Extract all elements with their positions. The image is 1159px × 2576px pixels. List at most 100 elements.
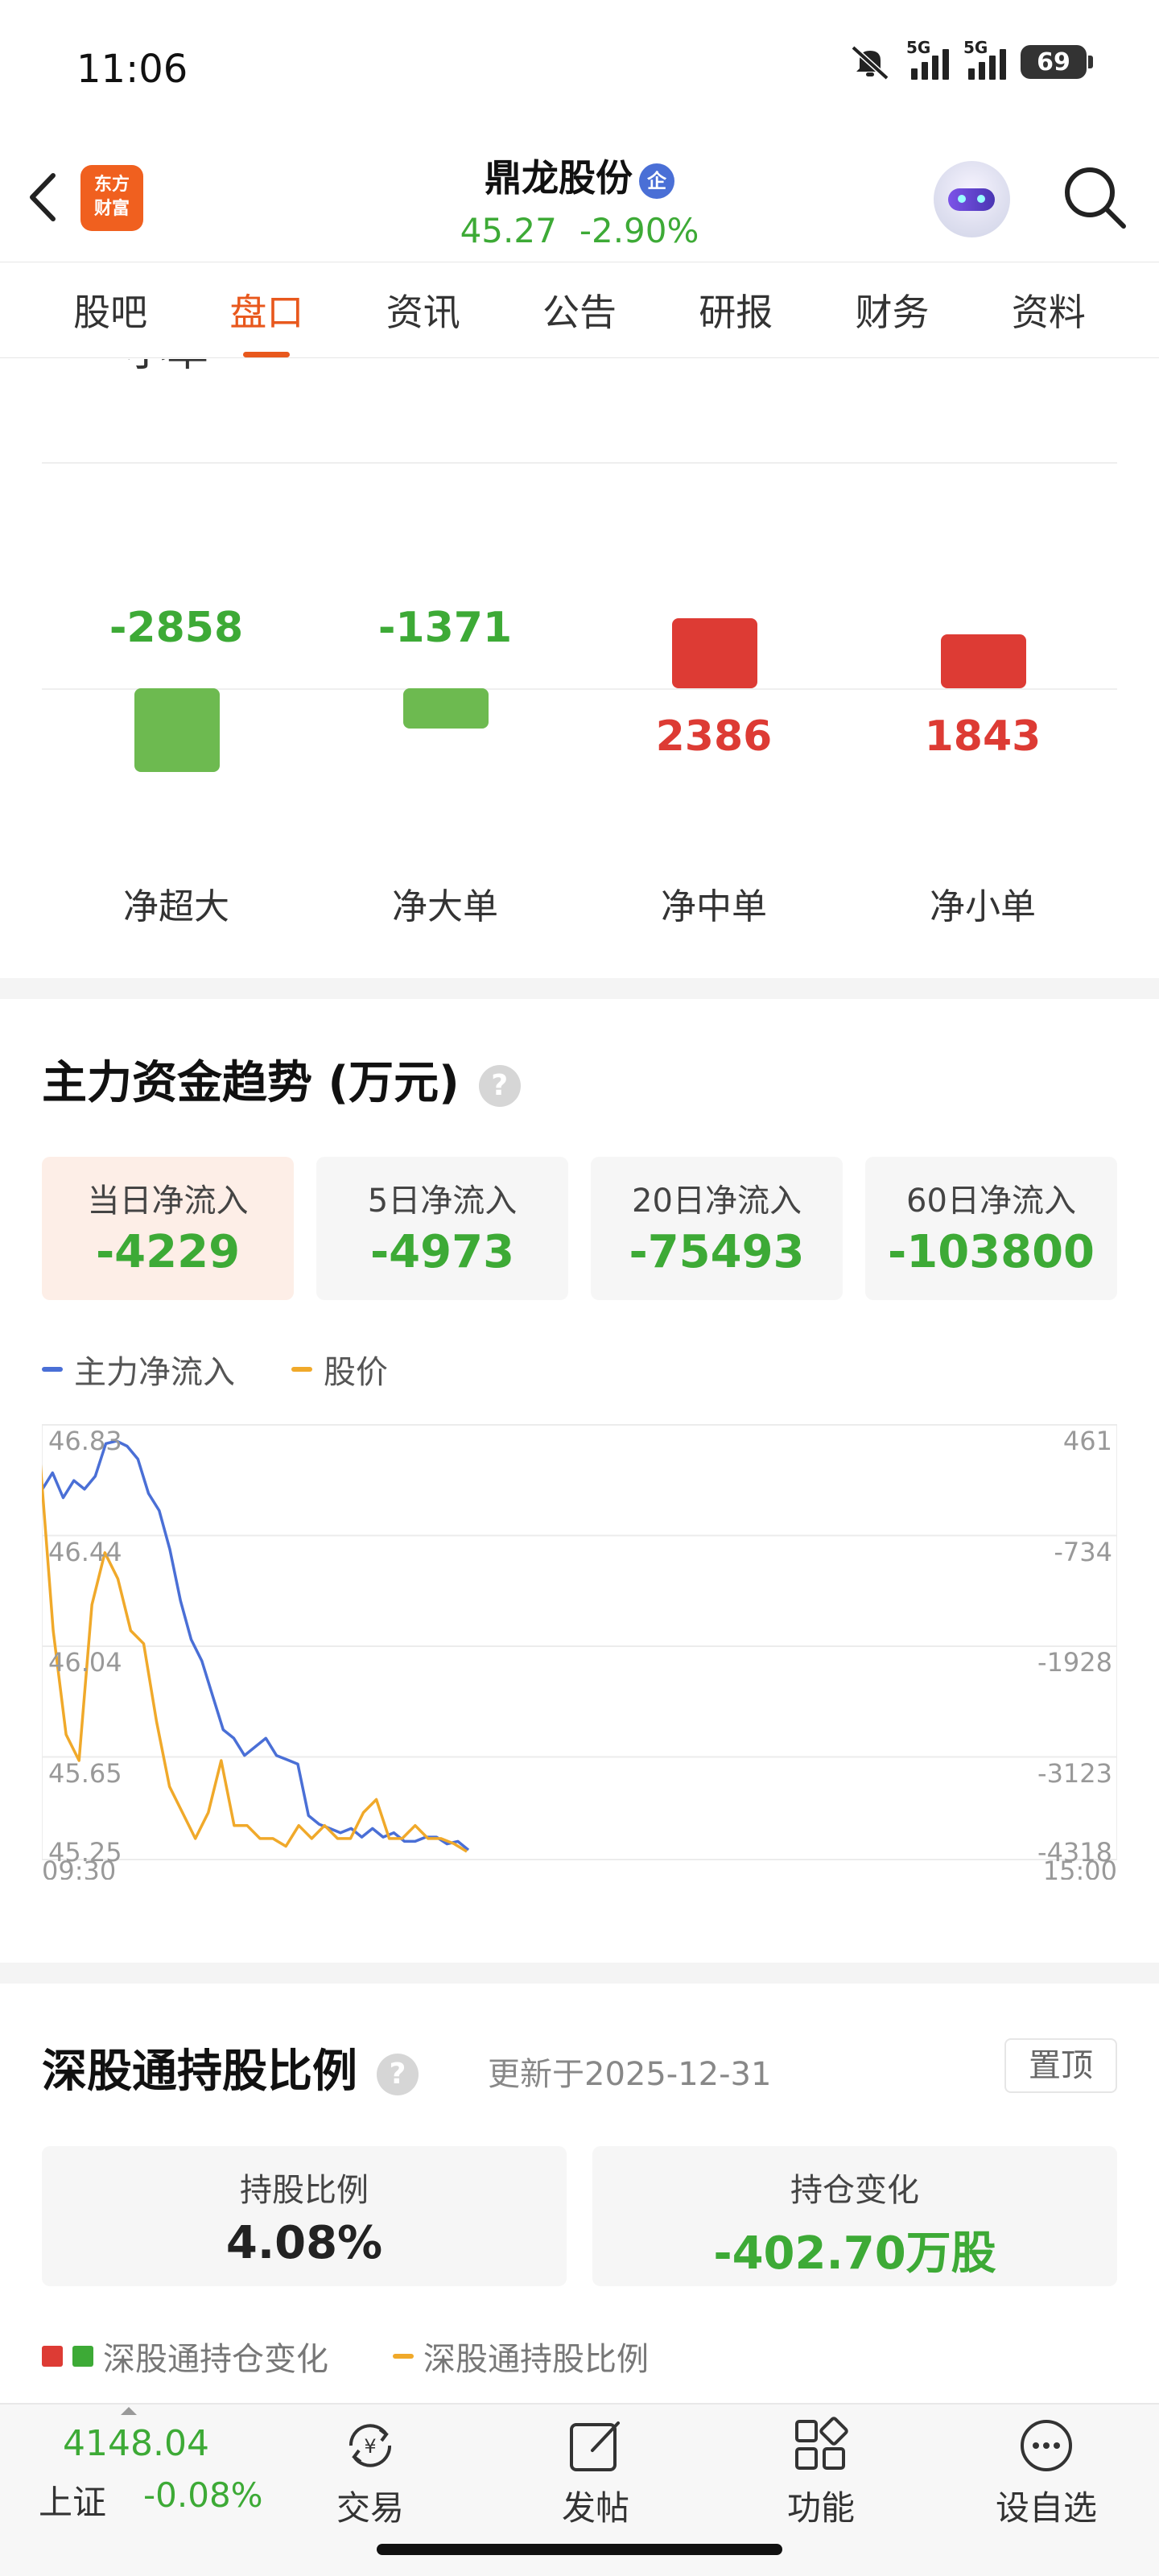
trend-cards: 当日净流入 -4229 5日净流入 -4973 20日净流入 -75493 60日净流入 -1… [42,1157,1117,1300]
net-flow-bar [672,618,757,688]
sgt-card-value: 4.08% [225,2217,383,2269]
left-tick-label: 45.65 [48,1758,122,1789]
tab-5[interactable]: 财务 [846,283,939,336]
legend-holding-ratio: 深股通持股比例 [393,2333,649,2380]
stock-price: 45.27 [460,211,557,250]
status-time: 11:06 [76,47,188,92]
edit-post-icon [570,2421,620,2471]
sgt-card-0: 持股比例 4.08% [42,2146,567,2286]
caret-up-icon [121,2407,137,2415]
x-start-label: 09:30 [42,1856,116,1880]
order-label: 小单 [125,359,208,378]
net-flow-label: 净中单 [661,886,767,927]
order-value-in: 15516 [515,359,648,365]
x-end-label: 15:00 [1043,1856,1117,1880]
mute-icon [851,45,889,80]
more-dots-icon [1021,2420,1072,2471]
net-flow-column: 1843 净小单 [848,515,1117,934]
home-indicator[interactable] [377,2544,782,2555]
net-flow-chart: -2858 净超大 -1371 净大单 2386 净中单 1843 净小单 [42,515,1117,934]
net-flow-column: -2858 净超大 [42,515,311,934]
signal-icon: 5G [906,38,949,80]
trend-card-value: -4973 [369,1226,515,1278]
legend-main-flow: 主力净流入 [42,1346,235,1393]
right-tick-label: -734 [1054,1537,1112,1567]
trend-section-title: 主力资金趋势 (万元)? [42,1046,521,1112]
nav-functions[interactable]: 功能 [757,2415,885,2530]
legend-holding-change: 深股通持仓变化 [42,2333,328,2380]
trend-chart-svg: 46.8346.4446.0445.6545.25461-734-1928-31… [42,1424,1117,1880]
net-flow-value: 2386 [655,712,773,761]
net-flow-value: 1843 [924,712,1041,761]
trend-card-label: 20日净流入 [632,1183,802,1220]
trend-card-label: 当日净流入 [87,1183,249,1220]
sgt-section-title: 深股通持股比例? [42,2035,419,2100]
updated-date: 更新于2025-12-31 [488,2056,772,2093]
pin-top-button[interactable]: 置顶 [1004,2038,1117,2093]
help-icon[interactable]: ? [377,2053,419,2095]
trend-card-label: 60日净流入 [906,1183,1076,1220]
order-row-clipped: 小单 15516 13673 [0,359,1159,464]
net-flow-label: 净小单 [930,886,1036,927]
sgt-card-label: 持仓变化 [790,2172,919,2209]
net-flow-value: -1371 [377,604,513,652]
robot-assistant-icon[interactable] [934,161,1010,237]
net-flow-label: 净大单 [392,886,498,927]
divider [42,462,1117,464]
right-tick-label: 461 [1063,1426,1112,1456]
battery-icon: 69 [1021,45,1093,79]
tab-3[interactable]: 公告 [533,283,626,336]
tab-0[interactable]: 股吧 [64,283,157,336]
net-flow-bar [941,634,1026,688]
sgt-cards: 持股比例 4.08% 持仓变化 -402.70万股 [42,2146,1117,2286]
index-value[interactable]: 4148.04 [63,2423,209,2464]
section-separator [0,978,1159,999]
trend-card-value: -4229 [95,1226,241,1278]
right-tick-label: -1928 [1037,1647,1112,1678]
tab-4[interactable]: 研报 [689,283,782,336]
trend-card-2[interactable]: 20日净流入 -75493 [591,1157,843,1300]
search-icon[interactable] [1061,163,1128,231]
net-flow-bar [134,688,220,772]
stock-change: -2.90% [579,211,699,250]
index-change[interactable]: -0.08% [143,2475,263,2515]
right-tick-label: -3123 [1037,1758,1112,1789]
left-tick-label: 46.83 [48,1426,122,1456]
chart-frame [42,1424,1117,1860]
sgt-card-1: 持仓变化 -402.70万股 [592,2146,1117,2286]
enterprise-badge-icon: 企 [639,163,674,199]
stock-name: 鼎龙股份 [485,156,633,200]
tab-2[interactable]: 资讯 [377,283,470,336]
net-flow-bar [403,688,489,729]
trend-card-value: -103800 [887,1226,1095,1278]
legend-price: 股价 [291,1346,388,1393]
trend-legend: 主力净流入 股价 [42,1346,388,1393]
svg-text:¥: ¥ [364,2435,376,2458]
help-icon[interactable]: ? [478,1064,521,1107]
tab-1[interactable]: 盘口 [220,283,313,336]
tab-bar: 股吧 盘口 资讯 公告 研报 财务 资料 [0,262,1159,358]
sgt-card-value: -402.70万股 [713,2227,996,2280]
grid-apps-icon [795,2417,848,2470]
nav-add-watchlist[interactable]: 设自选 [982,2415,1111,2530]
trend-card-0[interactable]: 当日净流入 -4229 [42,1157,294,1300]
left-tick-label: 46.04 [48,1647,122,1678]
trade-icon: ¥ [349,2424,392,2467]
sgt-card-label: 持股比例 [240,2172,369,2209]
net-flow-column: 2386 净中单 [580,515,848,934]
trend-card-label: 5日净流入 [367,1183,518,1220]
trend-chart[interactable]: 46.83 46.44 46.04 45.65 45.25 461 -734 -1928 -31… [42,1421,1117,1880]
trend-card-1[interactable]: 5日净流入 -4973 [316,1157,568,1300]
index-name[interactable]: 上证 [39,2475,106,2524]
trend-card-value: -75493 [629,1226,805,1278]
order-value-out: 13673 [869,359,1002,365]
nav-post[interactable]: 发帖 [531,2415,660,2530]
section-separator-2 [0,1963,1159,1984]
trend-card-3[interactable]: 60日净流入 -103800 [865,1157,1117,1300]
status-bar: 11:06 5G 5G 69 [0,0,1159,129]
tab-6[interactable]: 资料 [1002,283,1095,336]
signal-icon-2: 5G [963,38,1006,80]
net-flow-column: -1371 净大单 [311,515,580,934]
nav-trade[interactable]: ¥ 交易 [306,2415,435,2530]
left-tick-label: 46.44 [48,1537,122,1567]
